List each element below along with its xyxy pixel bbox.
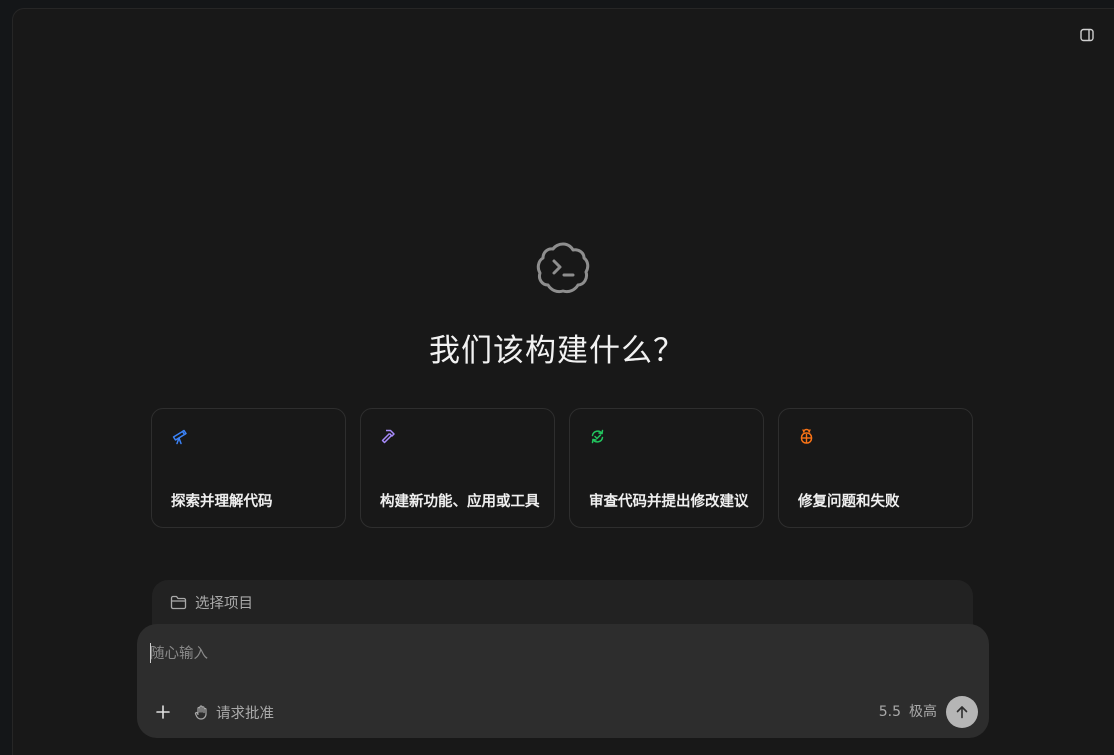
suggestion-label: 探索并理解代码 xyxy=(171,494,273,510)
folder-icon xyxy=(170,595,187,610)
suggestion-card-explore[interactable]: 探索并理解代码 xyxy=(151,408,346,528)
suggestion-label: 审查代码并提出修改建议 xyxy=(589,494,749,510)
model-version: 5.5 xyxy=(878,704,901,720)
codex-cloud-logo-icon xyxy=(533,238,593,298)
text-caret xyxy=(150,643,151,663)
telescope-icon xyxy=(171,428,188,445)
send-button[interactable] xyxy=(946,696,978,728)
plus-icon xyxy=(156,705,170,719)
approval-mode-button[interactable]: 请求批准 xyxy=(193,702,274,723)
suggestion-label: 构建新功能、应用或工具 xyxy=(380,494,540,510)
hand-icon xyxy=(193,704,210,721)
select-project-label: 选择项目 xyxy=(195,596,253,612)
message-input[interactable] xyxy=(150,642,970,666)
page-title: 我们该构建什么？ xyxy=(429,333,685,369)
review-cycle-icon xyxy=(589,428,606,445)
model-selector[interactable]: 5.5 极高 xyxy=(879,702,937,722)
composer: 请求批准 5.5 极高 xyxy=(137,624,989,738)
sidebar-toggle-icon[interactable] xyxy=(1078,26,1096,44)
suggestion-card-review[interactable]: 审查代码并提出修改建议 xyxy=(569,408,764,528)
bug-icon xyxy=(798,428,815,445)
hammer-icon xyxy=(380,428,397,445)
suggestion-card-build[interactable]: 构建新功能、应用或工具 xyxy=(360,408,555,528)
suggestion-card-fix[interactable]: 修复问题和失败 xyxy=(778,408,973,528)
reasoning-effort: 极高 xyxy=(909,704,937,720)
select-project-button[interactable]: 选择项目 xyxy=(170,592,253,613)
attach-button[interactable] xyxy=(153,702,173,722)
arrow-up-icon xyxy=(956,706,968,719)
approval-mode-label: 请求批准 xyxy=(216,706,274,722)
suggestion-label: 修复问题和失败 xyxy=(798,494,900,510)
